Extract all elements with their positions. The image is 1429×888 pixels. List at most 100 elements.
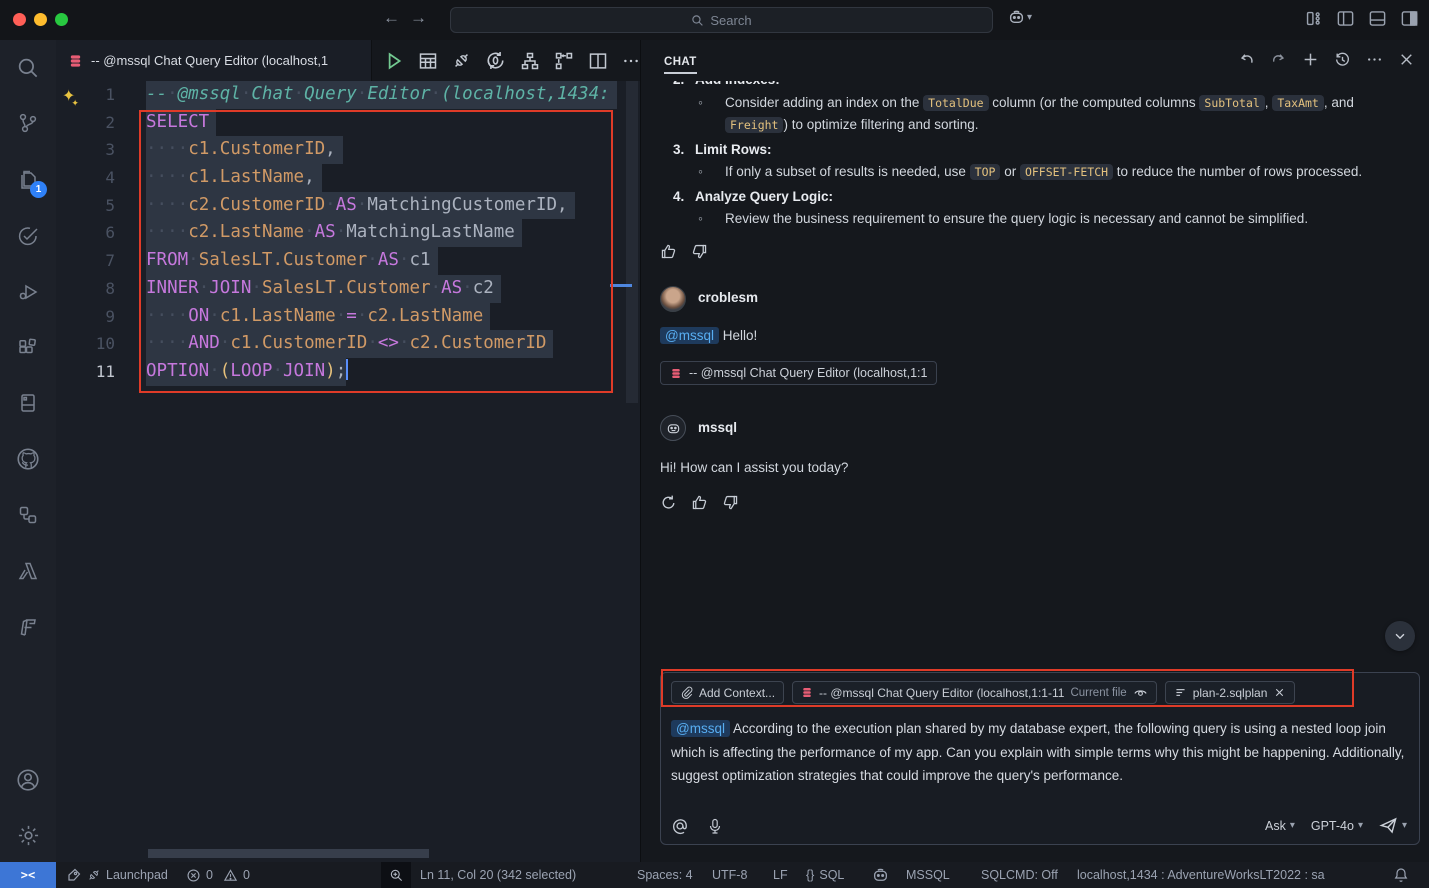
- encoding-status[interactable]: UTF-8: [712, 862, 747, 888]
- close-icon[interactable]: [1273, 686, 1286, 699]
- navigate-back-icon[interactable]: ←: [383, 8, 400, 28]
- source-control-icon: [16, 111, 40, 135]
- code-line[interactable]: 8INNER·JOIN·SalesLT.Customer·AS·c2: [56, 275, 640, 303]
- activity-database-projects[interactable]: [0, 383, 56, 423]
- activity-explorer[interactable]: 1: [0, 160, 56, 200]
- add-context-button[interactable]: Add Context...: [671, 681, 784, 704]
- model-dropdown[interactable]: GPT-4o▾: [1311, 819, 1363, 833]
- activity-azure[interactable]: [0, 551, 56, 591]
- mode-dropdown[interactable]: Ask▾: [1265, 819, 1295, 833]
- activity-run-debug[interactable]: [0, 272, 56, 312]
- chevron-down-icon: ▾: [1402, 820, 1407, 831]
- close-window-button[interactable]: [13, 13, 26, 26]
- estimated-plan-icon[interactable]: [520, 51, 540, 71]
- eol-status[interactable]: LF: [773, 862, 788, 888]
- remote-indicator[interactable]: ><: [0, 862, 56, 888]
- change-connection-icon[interactable]: [485, 50, 506, 71]
- notifications-bell[interactable]: [1393, 862, 1409, 888]
- message-attachment-chip[interactable]: -- @mssql Chat Query Editor (localhost,1…: [660, 361, 937, 385]
- sqlcmd-status[interactable]: SQLCMD: Off: [981, 862, 1058, 888]
- mention-icon[interactable]: [671, 817, 689, 835]
- activity-github[interactable]: [0, 439, 56, 479]
- zoom-widget[interactable]: [381, 862, 411, 888]
- code-editor[interactable]: 1--·@mssql·Chat·Query·Editor·(localhost,…: [56, 81, 640, 862]
- cursor-position-status[interactable]: Ln 11, Col 20 (342 selected): [420, 862, 576, 888]
- check-circle-icon: [16, 224, 40, 248]
- more-icon[interactable]: [1366, 51, 1383, 68]
- results-grid-icon[interactable]: [418, 51, 438, 71]
- context-chips-row: Add Context... -- @mssql Chat Query Edit…: [671, 681, 1409, 704]
- chat-input-text[interactable]: @mssql According to the execution plan s…: [671, 717, 1413, 788]
- code-line[interactable]: 1--·@mssql·Chat·Query·Editor·(localhost,…: [56, 81, 640, 109]
- undo-icon[interactable]: [1238, 51, 1255, 68]
- thumbs-down-icon[interactable]: [691, 243, 708, 260]
- thumbs-up-icon[interactable]: [691, 494, 708, 511]
- more-actions-icon[interactable]: [622, 52, 640, 70]
- history-icon[interactable]: [1334, 51, 1351, 68]
- navigate-forward-icon[interactable]: →: [410, 8, 427, 28]
- toggle-panel-icon[interactable]: [1368, 9, 1387, 28]
- selected-text: ····ON·c1.LastName·=·c2.LastName: [146, 303, 490, 331]
- code-line[interactable]: 6····c2.LastName·AS·MatchingLastName: [56, 219, 640, 247]
- chat-input-box[interactable]: Add Context... -- @mssql Chat Query Edit…: [660, 672, 1420, 845]
- launchpad-status[interactable]: Launchpad: [66, 862, 168, 888]
- tab-chat[interactable]: CHAT: [664, 56, 697, 74]
- problems-status[interactable]: 0 0: [186, 862, 250, 888]
- copilot-menu[interactable]: ▾: [1008, 9, 1032, 26]
- language-status[interactable]: {}SQL: [806, 862, 844, 888]
- indentation-status[interactable]: Spaces: 4: [637, 862, 693, 888]
- code-line[interactable]: 10····AND·c1.CustomerID·<>·c2.CustomerID: [56, 330, 640, 358]
- editor-tab-bar: -- @mssql Chat Query Editor (localhost,1: [56, 40, 640, 81]
- file-chip-suffix: Current file: [1070, 687, 1126, 699]
- line-number: 9: [56, 303, 115, 331]
- tab-mssql-chat-query-editor[interactable]: -- @mssql Chat Query Editor (localhost,1: [56, 40, 372, 81]
- send-button[interactable]: ▾: [1379, 816, 1407, 835]
- editor-vertical-scrollbar[interactable]: [626, 81, 638, 403]
- file-chip-label: -- @mssql Chat Query Editor (localhost,1…: [819, 686, 1064, 700]
- thumbs-up-icon[interactable]: [660, 243, 677, 260]
- activity-settings[interactable]: [0, 815, 56, 855]
- code-line[interactable]: 2SELECT: [56, 109, 640, 137]
- activity-fabric[interactable]: [0, 607, 56, 647]
- activity-search[interactable]: [0, 48, 56, 88]
- zoom-window-button[interactable]: [55, 13, 68, 26]
- command-center-search[interactable]: Search: [450, 7, 993, 33]
- activity-source-control[interactable]: [0, 103, 56, 143]
- activity-accounts[interactable]: [0, 760, 56, 800]
- connection-status[interactable]: localhost,1434 : AdventureWorksLT2022 : …: [1077, 862, 1325, 888]
- scroll-to-bottom-button[interactable]: [1385, 621, 1415, 651]
- split-editor-icon[interactable]: [588, 51, 608, 71]
- thumbs-down-icon[interactable]: [722, 494, 739, 511]
- editor-horizontal-scrollbar[interactable]: [148, 849, 429, 858]
- code-line[interactable]: 11OPTION·(LOOP·JOIN);: [56, 358, 640, 386]
- model-label: GPT-4o: [1311, 819, 1354, 833]
- current-file-chip[interactable]: -- @mssql Chat Query Editor (localhost,1…: [792, 681, 1157, 704]
- activity-extensions[interactable]: [0, 328, 56, 368]
- mention-chip[interactable]: @mssql: [660, 327, 719, 344]
- code-line[interactable]: 4····c1.LastName,: [56, 164, 640, 192]
- activity-query-history[interactable]: [0, 216, 56, 256]
- eye-icon[interactable]: [1133, 685, 1148, 700]
- customize-layout-icon[interactable]: [1304, 9, 1323, 28]
- code-line[interactable]: 7FROM·SalesLT.Customer·AS·c1: [56, 247, 640, 275]
- copilot-sparkle-icon[interactable]: ✦✦: [62, 86, 83, 106]
- close-icon[interactable]: [1398, 51, 1415, 68]
- code-line[interactable]: 9 ····ON·c1.LastName·=·c2.LastName: [56, 303, 640, 331]
- run-query-icon[interactable]: [384, 51, 404, 71]
- mention-chip[interactable]: @mssql: [671, 720, 730, 737]
- redo-icon[interactable]: [1270, 51, 1287, 68]
- code-line[interactable]: 3····c1.CustomerID,: [56, 136, 640, 164]
- activity-object-explorer[interactable]: [0, 495, 56, 535]
- code-line[interactable]: 5····c2.CustomerID·AS·MatchingCustomerID…: [56, 192, 640, 220]
- mssql-status[interactable]: MSSQL: [906, 862, 950, 888]
- retry-icon[interactable]: [660, 494, 677, 511]
- microphone-icon[interactable]: [707, 817, 723, 835]
- disconnect-icon[interactable]: [452, 51, 471, 70]
- toggle-primary-sidebar-icon[interactable]: [1336, 9, 1355, 28]
- plan-file-chip[interactable]: plan-2.sqlplan: [1165, 681, 1296, 704]
- copilot-status[interactable]: [872, 862, 889, 888]
- minimize-window-button[interactable]: [34, 13, 47, 26]
- toggle-secondary-sidebar-icon[interactable]: [1400, 9, 1419, 28]
- new-chat-icon[interactable]: [1302, 51, 1319, 68]
- actual-plan-icon[interactable]: [554, 51, 574, 71]
